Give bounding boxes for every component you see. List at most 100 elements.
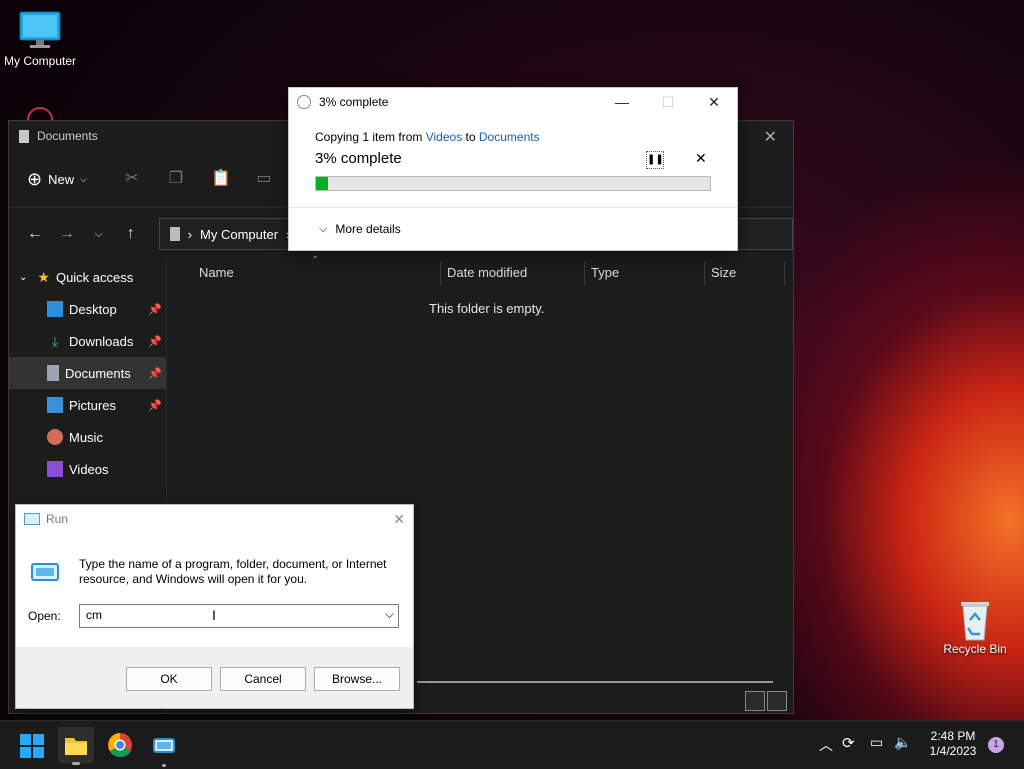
document-icon [19, 129, 29, 143]
folder-icon [65, 738, 87, 755]
browse-button[interactable]: Browse... [314, 667, 400, 691]
clock-date: 1/4/2023 [929, 744, 977, 758]
breadcrumb-my-computer[interactable]: My Computer [200, 227, 278, 242]
rename-icon[interactable]: ▭ [255, 170, 273, 188]
notification-badge[interactable]: 1 [988, 737, 1004, 753]
pin-icon[interactable]: 📌 [148, 335, 162, 348]
notification-count: 1 [993, 739, 999, 750]
start-button[interactable] [16, 729, 48, 761]
destination-link[interactable]: Documents [479, 130, 540, 144]
close-icon[interactable]: ✕ [764, 127, 777, 147]
run-dialog-body: Type the name of a program, folder, docu… [16, 533, 413, 647]
desktop-icon-label: My Computer [3, 54, 77, 68]
new-button[interactable]: ⊕ New ⌵ [27, 169, 87, 190]
up-arrow-icon[interactable]: ↑ [117, 225, 145, 243]
column-headers: ⌃ Name Date modified Type Size [167, 255, 793, 285]
chevron-down-icon: ⌄ [19, 271, 28, 283]
column-name[interactable]: Name [199, 265, 234, 280]
windows-logo-icon [20, 734, 44, 758]
star-icon: ★ [37, 268, 50, 285]
paste-icon[interactable]: 📋 [211, 170, 231, 188]
pause-button[interactable]: ❚❚ [646, 151, 664, 169]
dialog-titlebar[interactable]: 3% complete — ☐ ✕ [289, 88, 737, 116]
plus-circle-icon: ⊕ [27, 168, 43, 189]
column-divider[interactable] [784, 261, 785, 285]
details-view-icon[interactable] [745, 691, 765, 711]
clock[interactable]: 2:48 PM 1/4/2023 [920, 729, 986, 759]
ok-button[interactable]: OK [126, 667, 212, 691]
copy-icon[interactable]: ❐ [167, 170, 185, 188]
volume-icon[interactable]: 🔈 [894, 734, 911, 751]
to-word: to [462, 130, 479, 144]
file-explorer-taskbar-button[interactable] [58, 727, 94, 765]
close-icon[interactable]: ✕ [393, 511, 405, 528]
nav-item-pictures[interactable]: Pictures 📌 [9, 389, 166, 421]
chrome-taskbar-button[interactable] [104, 729, 136, 761]
active-indicator [162, 764, 166, 767]
download-arrow-icon: ⤓ [51, 333, 59, 349]
source-link[interactable]: Videos [426, 130, 462, 144]
nav-item-music[interactable]: Music [9, 421, 166, 453]
monitor-icon [18, 10, 62, 50]
cancel-button[interactable]: Cancel [220, 667, 306, 691]
column-size[interactable]: Size [711, 265, 736, 280]
chrome-icon [108, 733, 132, 758]
recent-locations-chevron-icon[interactable]: ⌵ [85, 228, 113, 241]
run-icon [30, 561, 60, 588]
open-combobox[interactable]: cm I ⌵ [79, 604, 399, 628]
videos-icon [47, 461, 63, 477]
column-divider[interactable] [704, 261, 705, 285]
pin-icon[interactable]: 📌 [148, 367, 162, 380]
nav-label: Pictures [69, 397, 116, 413]
minimize-icon[interactable]: — [599, 88, 645, 116]
horizontal-scrollbar[interactable] [417, 681, 773, 683]
copy-prefix: Copying 1 item from [315, 130, 426, 144]
column-date-modified[interactable]: Date modified [447, 265, 527, 280]
chevron-down-icon[interactable]: ⌵ [385, 607, 394, 622]
run-small-icon [24, 513, 40, 525]
network-icon[interactable]: ▭ [870, 734, 883, 751]
nav-quick-access[interactable]: ⌄ ★ Quick access [9, 261, 166, 293]
cancel-copy-button[interactable]: ✕ [695, 150, 707, 167]
nav-label: Quick access [55, 269, 134, 285]
breadcrumb-separator-icon: › [187, 226, 193, 242]
pin-icon[interactable]: 📌 [148, 303, 162, 316]
nav-label: Desktop [69, 301, 117, 317]
nav-item-documents[interactable]: Documents 📌 [9, 357, 166, 389]
recycle-bin-icon [953, 598, 997, 641]
run-description: Type the name of a program, folder, docu… [79, 557, 387, 586]
document-icon [47, 365, 59, 381]
sync-icon[interactable]: ⟳ [842, 734, 855, 752]
dialog-titlebar[interactable]: Run ✕ [16, 505, 413, 533]
back-arrow-icon[interactable]: ← [21, 225, 49, 243]
more-details-toggle[interactable]: ⌵ More details [319, 222, 401, 236]
nav-item-desktop[interactable]: Desktop 📌 [9, 293, 166, 325]
view-toggle [745, 691, 787, 711]
nav-label: Downloads [69, 333, 134, 349]
nav-item-videos[interactable]: Videos [9, 453, 166, 485]
pin-icon[interactable]: 📌 [148, 399, 162, 412]
window-title: Documents [37, 129, 98, 143]
copy-description: Copying 1 item from Videos to Documents [315, 130, 540, 144]
desktop-icon-my-computer[interactable]: My Computer [0, 10, 80, 68]
column-divider[interactable] [440, 261, 441, 285]
open-input[interactable]: cm [86, 608, 102, 622]
copy-progress-dialog: 3% complete — ☐ ✕ Copying 1 item from Vi… [288, 87, 738, 251]
cut-icon[interactable]: ✂ [123, 170, 141, 188]
pictures-icon [47, 397, 63, 413]
desktop-folder-icon [47, 301, 63, 317]
column-type[interactable]: Type [591, 265, 619, 280]
close-icon[interactable]: ✕ [691, 88, 737, 116]
desktop-icon-recycle-bin[interactable]: Recycle Bin [935, 598, 1015, 656]
forward-arrow-icon[interactable]: → [53, 225, 81, 243]
large-icons-view-icon[interactable] [767, 691, 787, 711]
progress-fill [316, 177, 328, 190]
run-taskbar-button[interactable] [148, 729, 180, 767]
run-icon [153, 738, 175, 753]
run-dialog: Run ✕ Type the name of a program, folder… [15, 504, 414, 709]
column-divider[interactable] [584, 261, 585, 285]
dialog-title: 3% complete [319, 95, 389, 109]
clock-time: 2:48 PM [930, 729, 976, 743]
nav-item-downloads[interactable]: ⤓ Downloads 📌 [9, 325, 166, 357]
chevron-up-icon[interactable]: ︿ [819, 735, 833, 755]
